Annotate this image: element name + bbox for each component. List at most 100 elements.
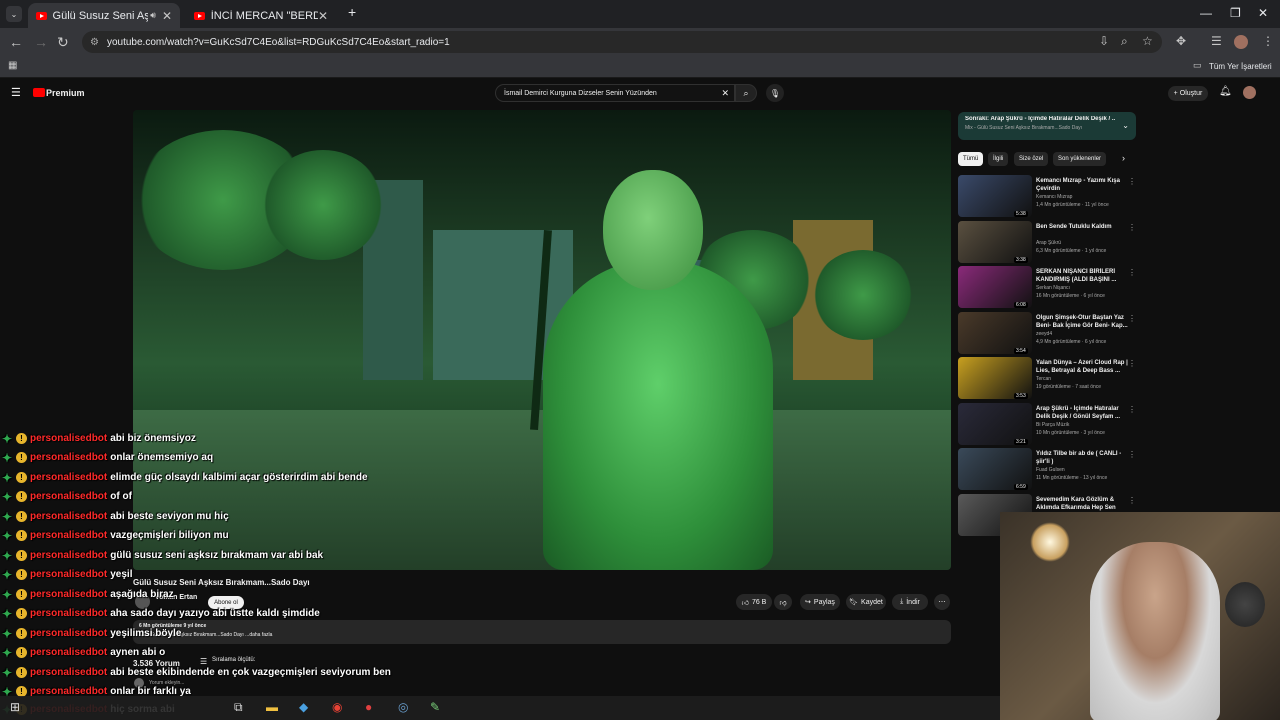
more-options-icon[interactable]: ⋮ bbox=[1128, 359, 1136, 368]
video-title[interactable]: SERKAN NİŞANCI BİRİLERİ KANDIRMIŞ (ALDI … bbox=[1036, 268, 1130, 284]
account-avatar[interactable] bbox=[1243, 86, 1256, 99]
recommended-video[interactable]: 3:53 Yalan Dünya – Azeri Cloud Rap | Lies… bbox=[958, 357, 1138, 401]
browser-menu-icon[interactable]: ⋮ bbox=[1262, 34, 1274, 48]
youtube-logo-icon[interactable] bbox=[33, 88, 45, 97]
recommended-video[interactable]: 3:21 Arap Şükrü - İçimde Hatıralar Delik … bbox=[958, 402, 1138, 447]
chat-text: abi beste seviyon mu hiç bbox=[110, 511, 229, 522]
recommended-video[interactable]: 3:54 Olgun Şimşek-Otur Baştan Yaz Beni- B… bbox=[958, 311, 1138, 356]
chip-related[interactable]: İlgili bbox=[988, 152, 1009, 166]
search-input[interactable]: İsmail Demirci Kurguna Dizseler Senin Yü… bbox=[495, 84, 735, 102]
file-explorer-icon[interactable]: ▬ bbox=[266, 700, 278, 714]
video-title[interactable]: Kemancı Mızrap - Yazımı Kışa Çevirdin bbox=[1036, 177, 1130, 193]
tab-search-button[interactable]: ⌄ bbox=[6, 6, 22, 22]
channel-name[interactable]: Tercan bbox=[1036, 376, 1051, 382]
hamburger-menu-icon[interactable]: ☰ bbox=[11, 86, 21, 99]
recommended-video[interactable]: 6:08 SERKAN NİŞANCI BİRİLERİ KANDIRMIŞ (A… bbox=[958, 266, 1138, 310]
sword-icon: ✦ bbox=[2, 528, 13, 543]
more-options-icon[interactable]: ⋮ bbox=[1128, 223, 1136, 232]
chat-text: abi beste ekibindende en çok vazgeçmişle… bbox=[110, 667, 391, 678]
profile-avatar[interactable] bbox=[1234, 35, 1248, 49]
chrome-icon[interactable]: ◉ bbox=[332, 700, 342, 714]
minimize-icon[interactable]: — bbox=[1200, 6, 1212, 20]
webcam-overlay bbox=[1000, 512, 1280, 720]
more-options-icon[interactable]: ⋮ bbox=[1128, 314, 1136, 323]
channel-name[interactable]: Arap Şükrü bbox=[1036, 240, 1061, 246]
notifications-bell-icon[interactable]: 🔔︎ bbox=[1219, 86, 1232, 97]
sword-icon: ✦ bbox=[2, 489, 13, 504]
tab-inactive[interactable]: İNCİ MERCAN "BERDUŞ" - YouT ✕ bbox=[186, 3, 336, 28]
close-tab-icon[interactable]: ✕ bbox=[162, 9, 172, 23]
chip-recent[interactable]: Son yüklenenler bbox=[1053, 152, 1107, 166]
sword-icon: ✦ bbox=[2, 548, 13, 563]
app-icon[interactable]: ● bbox=[365, 700, 372, 714]
chat-text: vazgeçmişleri biliyon mu bbox=[110, 530, 229, 541]
chat-username: personalisedbot bbox=[30, 433, 108, 444]
folder-icon: ▭ bbox=[1193, 60, 1202, 70]
recommended-video[interactable]: 5:38 Kemancı Mızrap - Yazımı Kışa Çevirdi… bbox=[958, 175, 1138, 219]
task-view-icon[interactable]: ⧉ bbox=[234, 700, 243, 715]
dislike-icon: 👎︎ bbox=[779, 599, 787, 607]
video-title[interactable]: Ben Sende Tutuklu Kaldım bbox=[1036, 223, 1130, 239]
tab-active[interactable]: Gülü Susuz Seni Aşksız Bıra 🔊︎ ✕ bbox=[28, 3, 180, 28]
share-button[interactable]: ↪ Paylaş bbox=[800, 594, 840, 610]
more-options-icon[interactable]: ⋮ bbox=[1128, 405, 1136, 414]
channel-name[interactable]: zeeyd4 bbox=[1036, 331, 1052, 337]
restore-icon[interactable]: ❐ bbox=[1230, 6, 1241, 20]
recommended-video[interactable]: 3:38 Ben Sende Tutuklu Kaldım Arap Şükrü 6,… bbox=[958, 220, 1138, 265]
search-query: İsmail Demirci Kurguna Dizseler Senin Yü… bbox=[504, 89, 657, 97]
search-icon[interactable]: ⌕ bbox=[735, 84, 757, 102]
video-duration: 5:38 bbox=[1014, 211, 1028, 217]
chevron-right-icon[interactable]: › bbox=[1122, 153, 1125, 163]
channel-name[interactable]: Bi Parça Müzik bbox=[1036, 422, 1069, 428]
reload-icon[interactable]: ↻ bbox=[57, 34, 69, 51]
youtube-premium-label[interactable]: Premium bbox=[46, 88, 85, 98]
extensions-icon[interactable]: ✥ bbox=[1176, 34, 1186, 48]
video-title[interactable]: Olgun Şimşek-Otur Baştan Yaz Beni- Bak İ… bbox=[1036, 314, 1130, 330]
more-options-icon[interactable]: ⋮ bbox=[1128, 496, 1136, 505]
more-options-icon[interactable]: ⋮ bbox=[1128, 177, 1136, 186]
back-icon[interactable]: ← bbox=[9, 34, 23, 50]
reading-list-icon[interactable]: ☰ bbox=[1211, 34, 1222, 48]
install-app-icon[interactable]: ⇩ bbox=[1099, 34, 1109, 48]
download-button[interactable]: ⤓ İndir bbox=[892, 594, 928, 610]
clear-search-icon[interactable]: ✕ bbox=[721, 88, 729, 99]
microphone-icon[interactable]: 🎙︎ bbox=[766, 84, 784, 102]
app-icon[interactable]: ◆ bbox=[299, 700, 308, 714]
forward-icon[interactable]: → bbox=[34, 34, 48, 50]
steam-icon[interactable]: ◎ bbox=[398, 700, 408, 714]
all-bookmarks-link[interactable]: Tüm Yer İşaretleri bbox=[1209, 62, 1272, 71]
chat-text: aşağıda biraz bbox=[110, 589, 174, 600]
new-tab-button[interactable]: + bbox=[348, 4, 356, 20]
video-title[interactable]: Arap Şükrü - İçimde Hatıralar Delik Deşi… bbox=[1036, 405, 1130, 421]
up-next-banner[interactable]: Sonraki: Arap Şükrü - İçimde Hatıralar D… bbox=[958, 112, 1136, 140]
chip-all[interactable]: Tümü bbox=[958, 152, 984, 166]
chat-message: ✦! personalisedbot yeşil bbox=[0, 565, 133, 584]
channel-name[interactable]: Serkan Nişancı bbox=[1036, 285, 1070, 291]
chip-for-you[interactable]: Size özel bbox=[1014, 152, 1049, 166]
like-button[interactable]: 👍︎ 76 B bbox=[736, 594, 772, 610]
app-icon[interactable]: ✎ bbox=[430, 700, 440, 714]
close-tab-icon[interactable]: ✕ bbox=[318, 9, 328, 23]
speaker-icon[interactable]: 🔊︎ bbox=[150, 10, 156, 21]
recommended-video[interactable]: 6:59 Yıldız Tilbe bir ab de ( CANLI - şii… bbox=[958, 448, 1138, 492]
zoom-icon[interactable]: ⌕ bbox=[1121, 34, 1128, 49]
create-button[interactable]: + Oluştur bbox=[1168, 86, 1208, 101]
address-bar[interactable]: ⚙ youtube.com/watch?v=GuKcSd7C4Eo&list=R… bbox=[82, 31, 1162, 53]
close-window-icon[interactable]: ✕ bbox=[1258, 6, 1268, 20]
more-actions-icon[interactable]: ⋯ bbox=[934, 594, 950, 610]
dislike-button[interactable]: 👎︎ bbox=[774, 594, 792, 610]
palm-tree bbox=[813, 250, 913, 340]
video-title[interactable]: Yalan Dünya – Azeri Cloud Rap | Lies, Be… bbox=[1036, 359, 1130, 375]
windows-start-icon[interactable]: ⊞ bbox=[10, 700, 20, 714]
channel-name[interactable]: Fuad Gulsen bbox=[1036, 467, 1065, 473]
chevron-down-icon[interactable]: ⌄ bbox=[1122, 121, 1129, 130]
video-title[interactable]: Yıldız Tilbe bir ab de ( CANLI - şiir'li… bbox=[1036, 450, 1130, 466]
apps-grid-icon[interactable]: ▦ bbox=[8, 60, 17, 71]
channel-name[interactable]: Kemancı Mızrap bbox=[1036, 194, 1072, 200]
more-options-icon[interactable]: ⋮ bbox=[1128, 450, 1136, 459]
video-title[interactable]: Sevemedim Kara Gözlüm & Aklımda Efkarımd… bbox=[1036, 496, 1130, 512]
bookmark-star-icon[interactable]: ☆ bbox=[1142, 34, 1153, 48]
site-info-icon[interactable]: ⚙ bbox=[90, 37, 99, 48]
more-options-icon[interactable]: ⋮ bbox=[1128, 268, 1136, 277]
save-button[interactable]: 🔖︎ Kaydet bbox=[846, 594, 886, 610]
